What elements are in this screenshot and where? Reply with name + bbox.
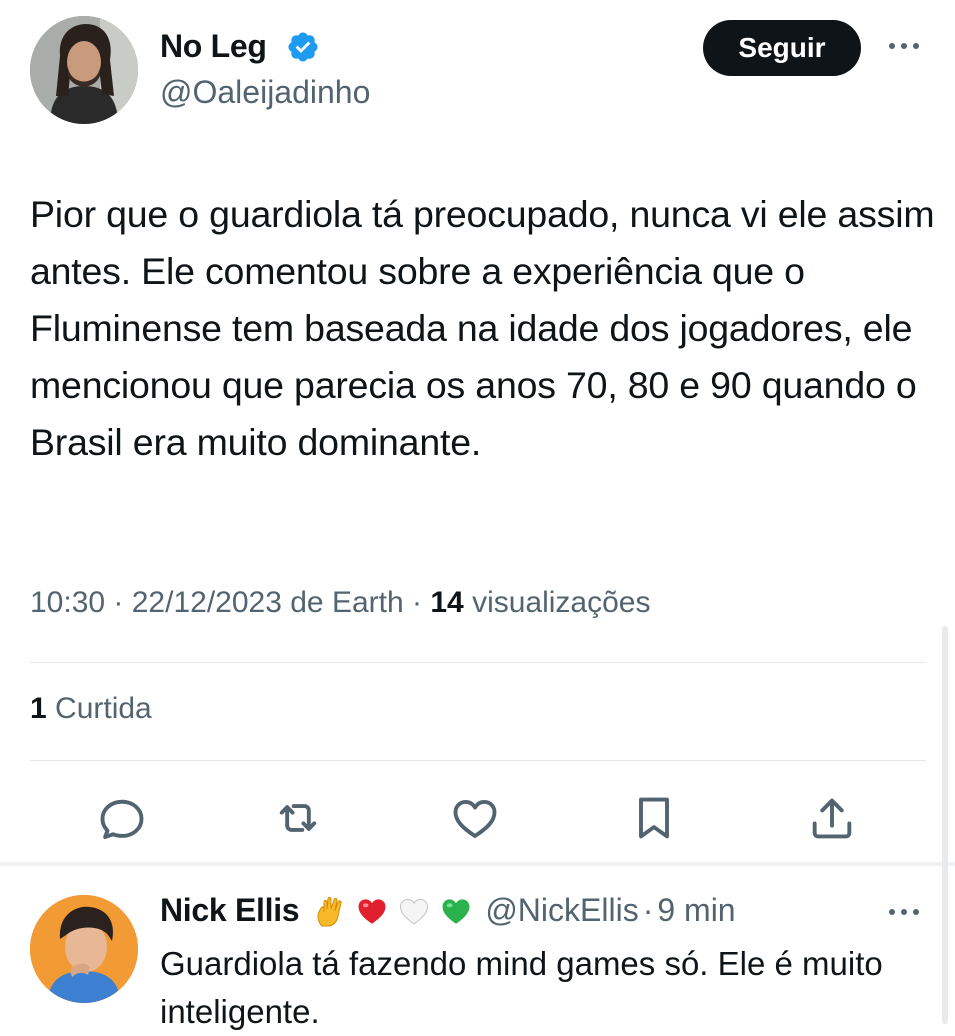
vulcan-salute-icon [313,894,347,928]
verified-badge-icon [286,30,320,64]
divider [30,662,926,663]
reply-icon[interactable] [96,792,148,844]
bookmark-icon[interactable] [628,792,680,844]
author-avatar[interactable] [30,16,138,124]
reply-text: Guardiola tá fazendo mind games só. Ele … [160,945,883,1030]
views-count: 14 [430,586,464,619]
tweet-time[interactable]: 10:30 [30,586,105,619]
heart-icon[interactable] [449,792,501,844]
reply-time[interactable]: 9 min [657,892,735,929]
author-name[interactable]: No Leg [160,28,267,65]
divider [30,760,926,761]
more-options-icon[interactable] [884,34,924,58]
reply-separator: · [642,892,654,928]
tweet-source: de Earth [290,586,404,619]
reply-author-name[interactable]: Nick Ellis [160,892,300,929]
white-heart-icon [397,894,431,928]
reply-author-avatar[interactable] [30,895,138,1003]
reply-more-options-icon[interactable] [884,900,924,924]
reply-author-handle[interactable]: @NickEllis [485,892,638,929]
share-icon[interactable] [806,792,858,844]
section-divider [0,862,955,866]
likes-count: 1 [30,692,47,725]
tweet-text: Pior que o guardiola tá preocupado, nunc… [30,193,935,463]
tweet-meta: 10:30 · 22/12/2023 de Earth · 14 visuali… [30,586,651,619]
green-heart-icon [439,894,473,928]
retweet-icon[interactable] [272,792,324,844]
scrollbar[interactable] [942,626,948,1024]
reply-header: Nick Ellis @NickEllis · 9 min [160,892,736,929]
red-heart-icon [355,894,389,928]
likes-summary[interactable]: 1 Curtida [30,692,152,726]
views-label: visualizações [472,586,651,619]
likes-label: Curtida [55,692,152,725]
follow-button[interactable]: Seguir [703,20,861,76]
tweet-date[interactable]: 22/12/2023 [132,586,282,619]
author-handle[interactable]: @Oaleijadinho [160,74,370,111]
